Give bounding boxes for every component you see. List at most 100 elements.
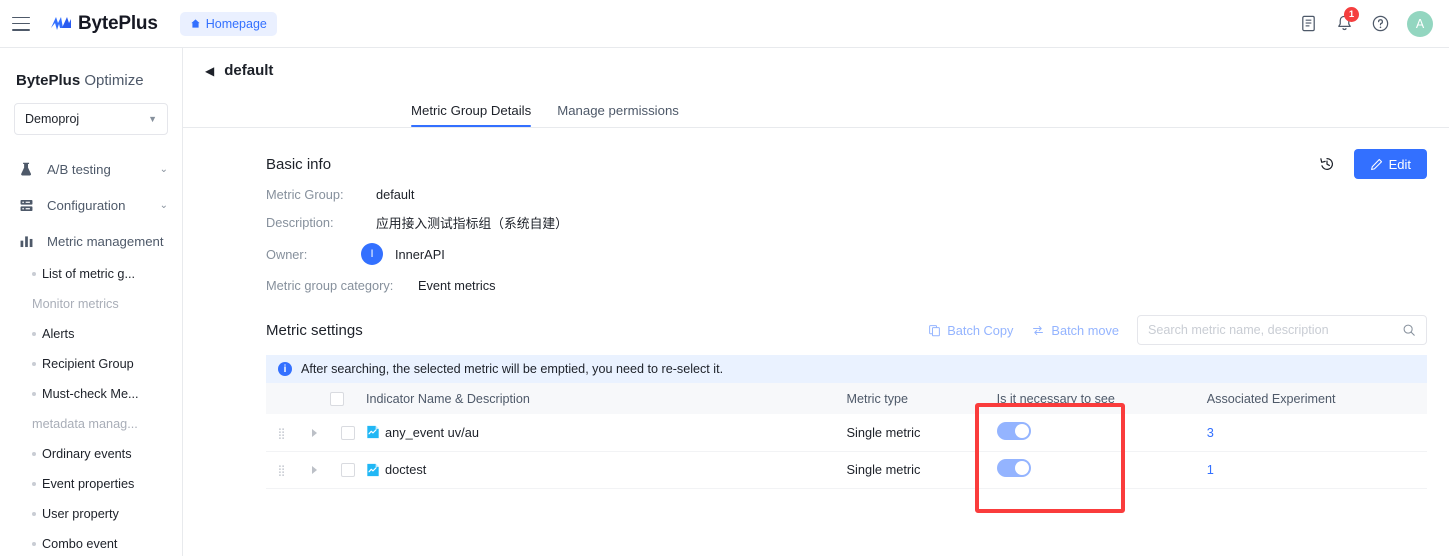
th-indicator-name: Indicator Name & Description [366, 383, 847, 414]
search-input[interactable] [1148, 323, 1402, 337]
table-row[interactable]: ⣿ doctest Single metric 1 [266, 451, 1427, 489]
expand-triangle-icon[interactable] [311, 428, 317, 437]
tab-manage-permissions[interactable]: Manage permissions [557, 103, 679, 127]
necessary-toggle[interactable] [996, 459, 1031, 477]
metric-table-body: ⣿ any_event uv/au Single metric 3 ⣿ doct… [266, 414, 1427, 489]
sidebar-sub-label: Event properties [42, 477, 135, 491]
row-select-cell [330, 414, 367, 452]
top-bar: BytePlus Homepage 1 A [0, 0, 1449, 48]
sidebar-item-must-check-metrics[interactable]: Must-check Me... [0, 379, 182, 409]
expand-cell [298, 414, 331, 452]
back-arrow-icon[interactable]: ◀ [205, 65, 214, 77]
sidebar-item-event-properties[interactable]: Event properties [0, 469, 182, 499]
metric-name-label: any_event uv/au [385, 424, 479, 440]
info-row-description: Description: 应用接入测试指标组（系统自建） [266, 213, 1449, 232]
select-all-checkbox[interactable] [330, 391, 345, 406]
sidebar-sub-label: Combo event [42, 537, 118, 551]
necessary-toggle[interactable] [996, 421, 1031, 440]
search-info-text: After searching, the selected metric wil… [301, 362, 724, 376]
flask-icon [21, 162, 32, 175]
avatar-initial: A [1415, 16, 1425, 31]
project-selector[interactable]: Demoproj ▼ [14, 103, 168, 135]
search-icon[interactable] [1402, 323, 1416, 337]
owner-avatar: I [361, 243, 383, 265]
sidebar-item-ordinary-events[interactable]: Ordinary events [0, 439, 182, 469]
metric-doc-icon [367, 426, 379, 439]
th-is-it-necessary-to-see: Is it necessary to see [996, 383, 1207, 414]
row-checkbox[interactable] [341, 426, 356, 441]
info-value: Event metrics [418, 278, 496, 293]
sidebar-title-rest: Optimize [80, 72, 144, 89]
tab-bar: Metric Group Details Manage permissions [183, 103, 679, 127]
info-icon: i [278, 362, 292, 376]
associated-experiment-link[interactable]: 1 [1207, 462, 1214, 477]
notifications-button[interactable]: 1 [1335, 7, 1359, 33]
pencil-icon [1370, 158, 1382, 170]
sidebar-item-recipient-group[interactable]: Recipient Group [0, 349, 182, 379]
sidebar-item-label: Metric management [47, 233, 164, 249]
document-icon[interactable] [1299, 14, 1318, 33]
batch-move-button[interactable]: Batch move [1031, 323, 1119, 338]
metric-type-cell: Single metric [846, 414, 997, 452]
sidebar-item-label: Configuration [47, 197, 126, 213]
sidebar: BytePlus Optimize Demoproj ▼ A/B testing… [0, 48, 183, 556]
breadcrumb: ◀ default [183, 48, 1449, 79]
th-select-all [330, 383, 367, 414]
metric-name-label: doctest [385, 462, 427, 477]
sidebar-item-combo-event[interactable]: Combo event [0, 529, 182, 556]
necessary-cell [996, 451, 1207, 489]
top-bar-actions: 1 A [1299, 7, 1449, 37]
bar-chart-icon [20, 235, 33, 247]
info-value: InnerAPI [395, 246, 445, 262]
drag-handle-icon[interactable]: ⣿ [277, 428, 286, 440]
homepage-chip[interactable]: Homepage [179, 11, 277, 36]
sidebar-section-label: Monitor metrics [32, 297, 119, 311]
drag-handle-icon[interactable]: ⣿ [277, 466, 286, 477]
metric-name-cell: doctest [366, 451, 847, 489]
byteplus-mark-icon [51, 16, 71, 30]
drag-cell: ⣿ [266, 414, 299, 452]
basic-info-heading: Basic info [266, 156, 332, 173]
chevron-down-icon: ⌄ [159, 163, 168, 175]
metric-settings-heading: Metric settings [266, 321, 363, 339]
table-row[interactable]: ⣿ any_event uv/au Single metric 3 [266, 414, 1427, 452]
sidebar-sub-label: Alerts [42, 327, 75, 341]
associated-experiment-link[interactable]: 3 [1207, 425, 1214, 440]
hamburger-icon[interactable] [12, 16, 30, 31]
sidebar-item-alerts[interactable]: Alerts [0, 319, 182, 349]
home-icon [191, 19, 200, 28]
move-icon [1033, 325, 1044, 335]
chevron-down-icon: ⌄ [159, 199, 168, 211]
sidebar-item-user-property[interactable]: User property [0, 499, 182, 529]
sidebar-item-list-of-metric-groups[interactable]: List of metric g... [0, 259, 182, 289]
search-metric-box[interactable] [1137, 315, 1427, 345]
batch-move-label: Batch move [1051, 322, 1119, 338]
basic-info-grid: Metric Group: default Description: 应用接入测… [183, 187, 1449, 293]
history-icon[interactable] [1318, 155, 1336, 173]
info-key: Owner: [266, 246, 308, 262]
info-key: Metric Group: [266, 187, 344, 202]
sidebar-sub-label: Must-check Me... [42, 387, 139, 401]
batch-copy-button[interactable]: Batch Copy [928, 323, 1013, 338]
page-header: ◀ default Metric Group Details Manage pe… [183, 48, 1449, 128]
tab-metric-group-details[interactable]: Metric Group Details [411, 103, 532, 127]
expand-triangle-icon[interactable] [311, 466, 317, 474]
owner-avatar-initial: I [370, 248, 374, 260]
copy-icon [929, 324, 941, 336]
sidebar-section-monitor-metrics: Monitor metrics [0, 289, 182, 319]
question-circle-icon[interactable] [1371, 14, 1390, 33]
project-selector-value: Demoproj [25, 112, 80, 126]
info-key: Metric group category: [266, 278, 394, 293]
th-expand [298, 383, 331, 414]
edit-button[interactable]: Edit [1353, 149, 1427, 179]
sidebar-nav: A/B testing ⌄ Configuration ⌄ Metric man… [0, 151, 182, 556]
info-row-metric-group: Metric Group: default [266, 187, 1449, 202]
tab-label: Metric Group Details [411, 103, 532, 118]
associated-experiment-cell: 3 [1206, 414, 1427, 452]
row-checkbox[interactable] [341, 463, 356, 478]
avatar[interactable]: A [1407, 10, 1433, 37]
sidebar-item-ab-testing[interactable]: A/B testing ⌄ [0, 151, 182, 187]
sidebar-item-metric-management[interactable]: Metric management [0, 223, 182, 259]
sidebar-item-configuration[interactable]: Configuration ⌄ [0, 187, 182, 223]
details-panel: Edit Basic info Metric Group: default De… [183, 128, 1449, 556]
